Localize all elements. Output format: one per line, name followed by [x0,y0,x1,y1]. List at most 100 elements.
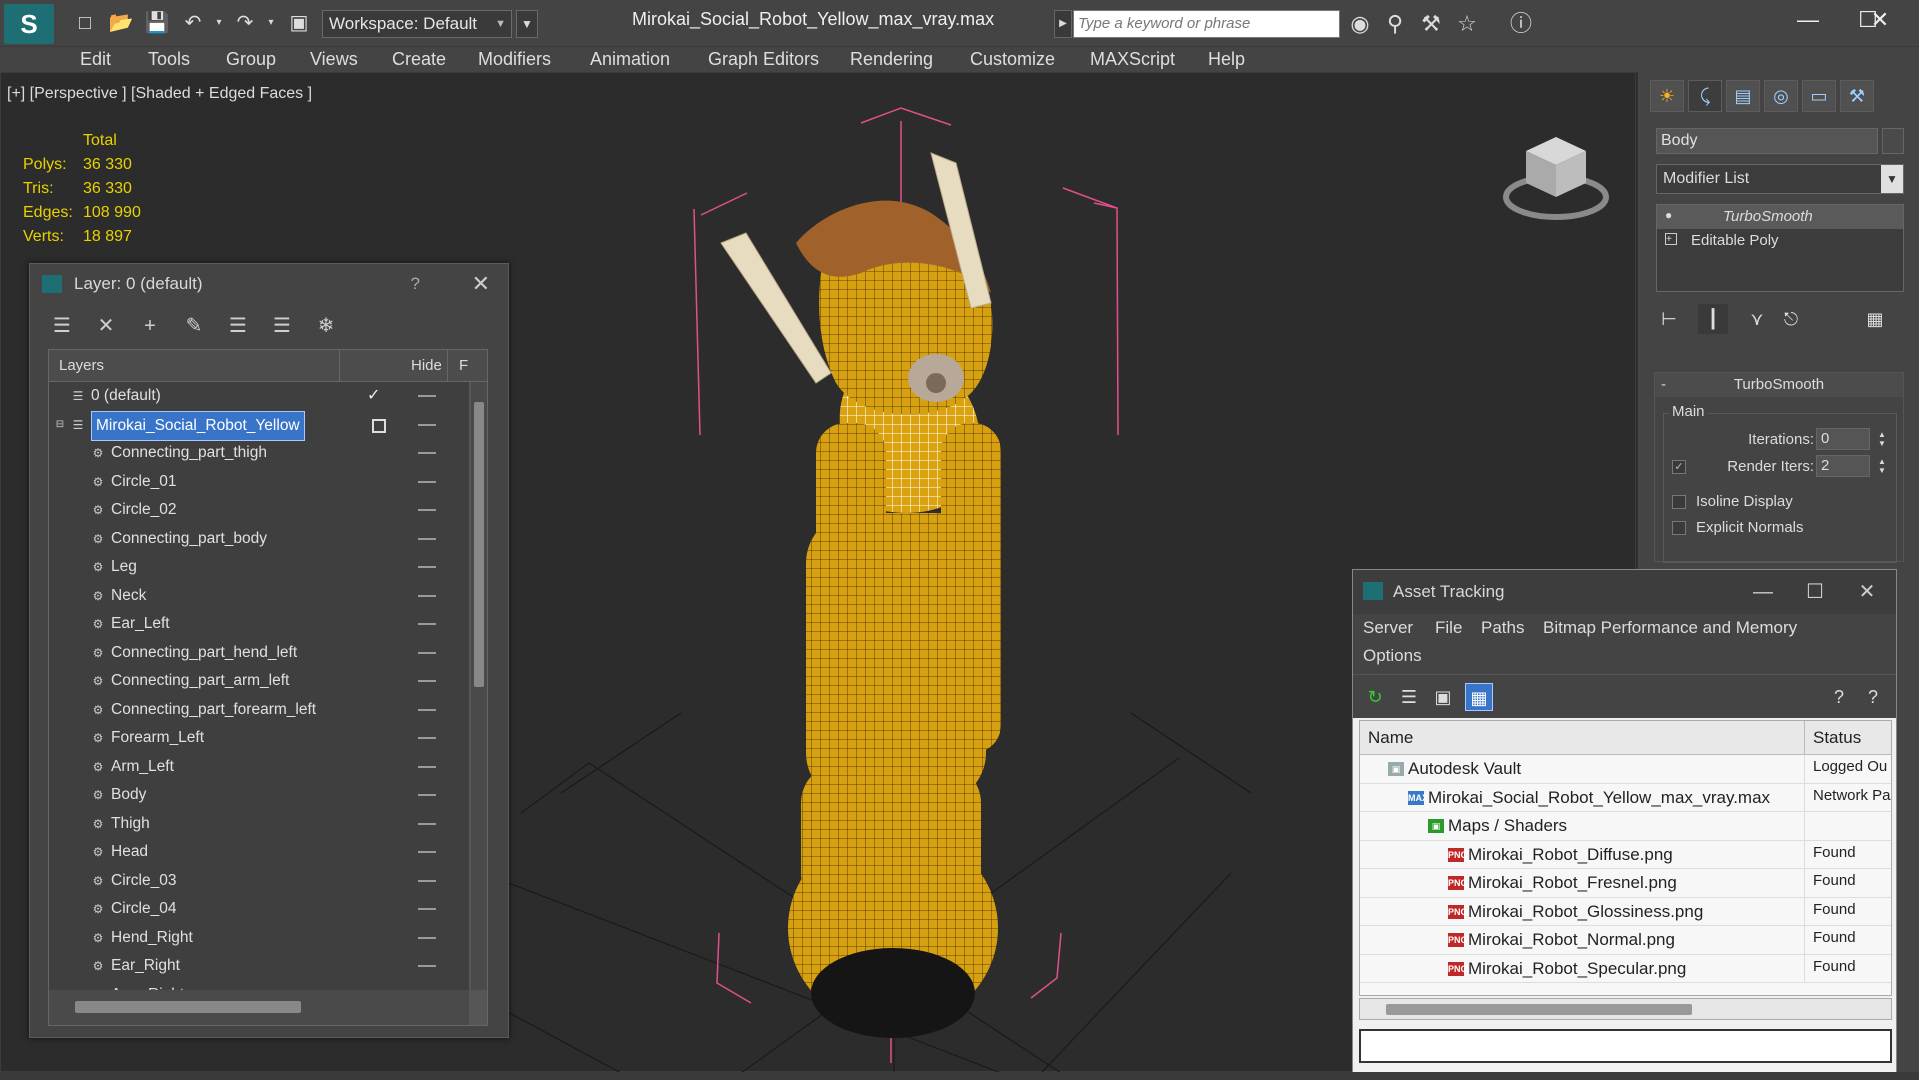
asset-row[interactable]: ▣ Maps / Shaders [1360,812,1891,841]
object-row[interactable]: ⚙ Neck [49,582,469,611]
table-view-icon[interactable]: ▦ [1465,683,1493,711]
asset-row[interactable]: PNG Mirokai_Robot_Glossiness.png Found [1360,897,1891,926]
help-icon[interactable]: ? [411,264,420,304]
viewport-label[interactable]: [+] [Perspective ] [Shaded + Edged Faces… [7,85,312,103]
object-name-field[interactable]: Body [1656,128,1878,154]
asset-row[interactable]: PNG Mirokai_Robot_Normal.png Found [1360,926,1891,955]
menu-group[interactable]: Group [226,49,276,70]
menu-maxscript[interactable]: MAXScript [1090,49,1175,70]
thumbnail-view-icon[interactable]: ▣ [1429,683,1457,711]
modify-tab-icon[interactable]: ⤹ [1688,80,1722,112]
hide-toggle[interactable] [418,936,436,939]
menu-rendering[interactable]: Rendering [850,49,933,70]
iterations-spinner[interactable]: Iterations: 0 ▲ ▼ [1664,428,1898,452]
render-iters-value[interactable]: 2 [1816,455,1870,477]
app-logo-button[interactable]: S [4,4,54,44]
collapse-icon[interactable]: ⊟ [53,418,67,432]
help-icon[interactable]: ⓘ [1506,10,1536,38]
motion-tab-icon[interactable]: ◎ [1764,80,1798,112]
modifier-list-dropdown[interactable]: Modifier List ▼ [1656,164,1904,194]
minimize-button[interactable]: — [1740,570,1786,614]
object-row[interactable]: ⚙ Thigh [49,810,469,839]
delete-layer-icon[interactable]: ✕ [92,312,120,340]
menu-paths[interactable]: Paths [1481,618,1524,638]
scroll-thumb[interactable] [1386,1004,1692,1015]
remove-modifier-icon[interactable]: ⎋ [1776,304,1806,334]
object-row[interactable]: ⚙ Hend_Right [49,924,469,953]
freeze-all-layers-icon[interactable]: ❄ [312,312,340,340]
save-icon[interactable]: 💾 [144,10,170,36]
stack-item-turbosmooth[interactable]: ● TurboSmooth [1657,205,1903,229]
menu-help[interactable]: Help [1208,49,1245,70]
new-layer-icon[interactable]: ☰ [48,312,76,340]
column-status[interactable]: Status [1804,721,1861,755]
object-color-swatch[interactable] [1882,128,1904,154]
hide-toggle[interactable] [418,423,436,426]
object-row[interactable]: ⚙ Connecting_part_forearm_left [49,696,469,725]
hide-toggle[interactable] [418,566,436,568]
object-row[interactable]: ⚙ Circle_01 [49,468,469,497]
light-bulb-icon[interactable]: ● [1665,209,1677,221]
object-row[interactable]: ⚙ Connecting_part_thigh [49,439,469,468]
spinner-arrows-icon[interactable]: ▲ ▼ [1876,457,1888,475]
workspace-menu-button[interactable]: ▼ [516,10,538,38]
utilities-tab-icon[interactable]: ⚒ [1840,80,1874,112]
asset-row[interactable]: PNG Mirokai_Robot_Specular.png Found [1360,954,1891,983]
highlight-layer-icon[interactable]: ☰ [224,312,252,340]
asset-path-field[interactable] [1359,1029,1892,1063]
rollout-header[interactable]: - TurboSmooth [1655,373,1903,397]
project-folder-icon[interactable]: ▣ [286,10,312,36]
tools-icon[interactable]: ⚒ [1416,10,1446,38]
favorites-star-icon[interactable]: ☆ [1452,10,1482,38]
expand-plus-icon[interactable]: + [1665,233,1677,245]
undo-dropdown-icon[interactable]: ▾ [206,10,232,36]
hide-all-layers-icon[interactable]: ☰ [268,312,296,340]
scroll-thumb[interactable] [474,402,484,687]
object-row[interactable]: ⚙ Connecting_part_arm_left [49,667,469,696]
hide-toggle[interactable] [418,395,436,397]
isoline-display-option[interactable]: Isoline Display [1664,490,1898,514]
asset-row[interactable]: PNG Mirokai_Robot_Diffuse.png Found [1360,840,1891,869]
object-row[interactable]: ⚙ Ear_Right [49,952,469,981]
hide-toggle[interactable] [418,452,436,454]
object-row[interactable]: ⚙ Circle_02 [49,496,469,525]
object-row[interactable]: ⚙ Circle_04 [49,895,469,924]
horizontal-scrollbar[interactable] [49,990,469,1025]
layer-row[interactable]: ⊟ ☰ Mirokai_Social_Robot_Yellow [49,410,469,441]
redo-icon[interactable]: ↷ [232,10,258,36]
viewcube[interactable] [1501,125,1611,225]
object-row[interactable]: ⚙ Ear_Left [49,610,469,639]
refresh-icon[interactable]: ↻ [1361,683,1389,711]
horizontal-scrollbar[interactable] [1359,998,1892,1020]
isoline-checkbox[interactable] [1672,495,1686,509]
spinner-arrows-icon[interactable]: ▲ ▼ [1876,430,1888,448]
show-end-result-icon[interactable]: ┃ [1698,304,1728,334]
hide-toggle[interactable] [418,965,436,967]
hide-toggle[interactable] [418,594,436,597]
scroll-thumb[interactable] [75,1001,301,1013]
object-row[interactable]: ⚙ Leg [49,553,469,582]
column-name[interactable]: Name [1368,721,1413,755]
column-layers[interactable]: Layers [59,350,104,382]
menu-graph-editors[interactable]: Graph Editors [708,49,819,70]
hide-toggle[interactable] [418,765,436,768]
hide-toggle[interactable] [418,851,436,853]
menu-create[interactable]: Create [392,49,446,70]
hide-toggle[interactable] [418,879,436,882]
hierarchy-tab-icon[interactable]: ▤ [1726,80,1760,112]
column-freeze[interactable]: F [459,350,468,382]
select-objects-in-layer-icon[interactable]: ✎ [180,312,208,340]
menu-edit[interactable]: Edit [80,49,111,70]
dialog-title-bar[interactable]: Asset Tracking — ☐ ✕ [1353,570,1896,614]
minimize-button[interactable]: — [1778,4,1838,36]
menu-modifiers[interactable]: Modifiers [478,49,551,70]
hide-toggle[interactable] [418,651,436,654]
render-iters-checkbox[interactable]: ✓ [1672,460,1686,474]
object-row[interactable]: ⚙ Connecting_part_body [49,525,469,554]
pin-stack-icon[interactable]: ⊢ [1654,304,1684,334]
hide-toggle[interactable] [418,680,436,682]
hide-toggle[interactable] [418,623,436,625]
binoculars-icon[interactable]: ◉ [1345,10,1375,38]
asset-row[interactable]: ▣ Autodesk Vault Logged Ou [1360,755,1891,784]
object-row[interactable]: ⚙ Body [49,781,469,810]
